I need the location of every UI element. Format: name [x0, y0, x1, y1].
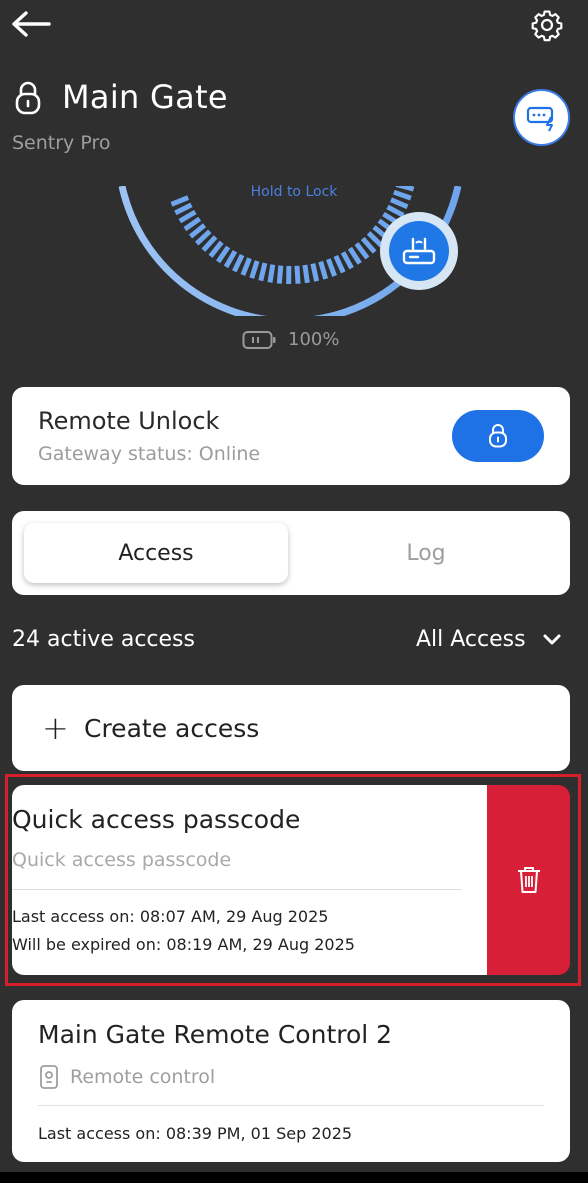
- settings-button[interactable]: [526, 4, 568, 46]
- dial-tick: [183, 216, 202, 232]
- keypad-lightning-icon: [526, 106, 553, 131]
- dial-tick: [386, 204, 405, 218]
- trash-icon: [517, 867, 540, 893]
- access-type-row: Remote control: [38, 1064, 215, 1090]
- dial-tick: [178, 209, 197, 224]
- list-item[interactable]: Quick access passcode Quick access passc…: [12, 785, 570, 975]
- dial-tick: [389, 197, 409, 210]
- arrow-left-icon: [12, 11, 51, 37]
- dial-tick: [258, 262, 268, 282]
- keypad-button[interactable]: [513, 89, 570, 146]
- dial-tick: [267, 264, 276, 283]
- gear-icon: [531, 10, 563, 42]
- back-button[interactable]: [8, 4, 54, 44]
- hold-to-lock-label: Hold to Lock: [250, 184, 338, 200]
- gateway-router-icon: [402, 237, 436, 265]
- tab-log[interactable]: Log: [294, 523, 558, 583]
- tab-bar: Access Log: [12, 511, 570, 595]
- remote-unlock-card: Remote Unlock Gateway status: Online: [12, 387, 570, 485]
- access-title: Main Gate Remote Control 2: [38, 1020, 393, 1049]
- dial-tick: [354, 242, 370, 260]
- dial-tick: [232, 253, 245, 273]
- create-access-label: Create access: [84, 713, 260, 743]
- list-item[interactable]: Main Gate Remote Control 2 Remote contro…: [12, 1000, 570, 1162]
- expiry: Will be expired on: 08:19 AM, 29 Aug 202…: [12, 935, 355, 954]
- dial-tick: [240, 257, 252, 276]
- dial-tick: [174, 202, 193, 216]
- dial-tick: [333, 254, 346, 274]
- dial-knob[interactable]: [380, 212, 458, 290]
- page-title: Main Gate: [62, 78, 228, 116]
- dial-tick: [302, 264, 310, 284]
- access-type: Remote control: [70, 1066, 216, 1088]
- dial-tick: [325, 258, 337, 277]
- dial-tick: [276, 265, 284, 284]
- last-access: Last access on: 08:39 PM, 01 Sep 2025: [38, 1124, 353, 1143]
- plus-icon: +: [42, 709, 69, 747]
- battery-icon: [242, 330, 276, 349]
- gateway-status: Gateway status: Online: [38, 443, 261, 465]
- dial-tick: [310, 263, 320, 282]
- lock-icon: [489, 424, 507, 448]
- dial-tick: [294, 265, 301, 284]
- remote-control-icon: [40, 1065, 58, 1089]
- filter-label: All Access: [416, 627, 526, 652]
- access-filter-dropdown[interactable]: All Access: [416, 627, 562, 652]
- remote-unlock-button[interactable]: [452, 410, 544, 462]
- dial-tick: [249, 260, 260, 279]
- system-nav-bar: [0, 1172, 588, 1183]
- access-title: Quick access passcode: [12, 805, 301, 834]
- dial-tick: [340, 251, 354, 270]
- dial-tick: [215, 245, 231, 264]
- remote-unlock-title: Remote Unlock: [38, 407, 220, 435]
- divider: [38, 1105, 544, 1106]
- dial-tick: [318, 260, 329, 280]
- create-access-button[interactable]: + Create access: [12, 685, 570, 771]
- dial-tick: [347, 246, 362, 265]
- chevron-down-icon: [543, 634, 561, 644]
- list-item-content[interactable]: Quick access passcode Quick access passc…: [12, 785, 487, 975]
- battery-indicator: 100%: [242, 329, 339, 350]
- lock-icon: [15, 81, 41, 115]
- delete-button[interactable]: [487, 785, 570, 975]
- battery-level: 100%: [288, 329, 340, 350]
- divider: [12, 889, 462, 890]
- active-access-count: 24 active access: [12, 627, 195, 652]
- dial-tick: [223, 250, 238, 269]
- access-type: Quick access passcode: [12, 849, 232, 871]
- last-access: Last access on: 08:07 AM, 29 Aug 2025: [12, 907, 329, 926]
- tab-access[interactable]: Access: [24, 523, 288, 583]
- device-model: Sentry Pro: [12, 132, 111, 154]
